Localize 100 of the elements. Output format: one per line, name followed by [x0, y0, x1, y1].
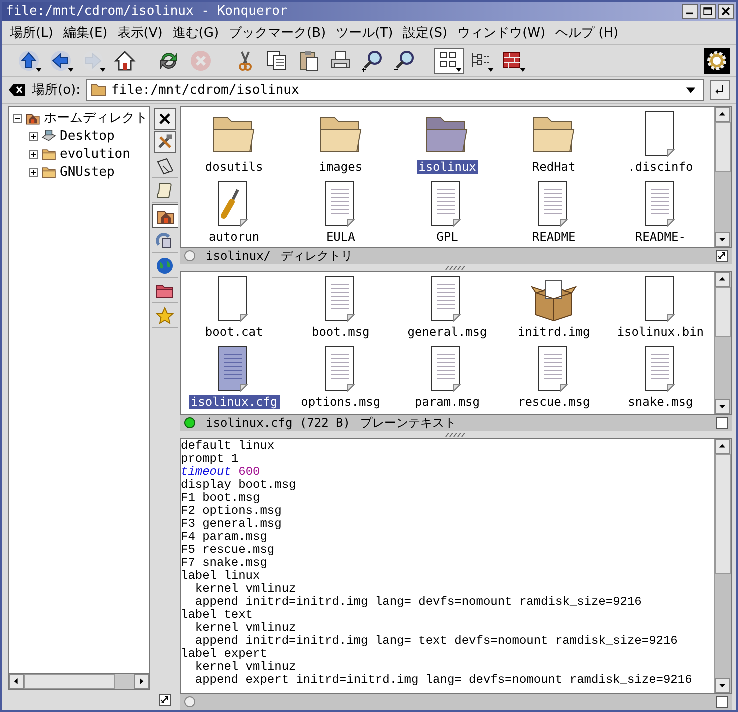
file-name[interactable]: README [530, 230, 578, 244]
sidebar-tab[interactable] [152, 204, 178, 228]
scroll-left-button[interactable] [9, 674, 24, 689]
menu-item[interactable]: ブックマーク(B) [229, 24, 326, 42]
link-checkbox[interactable] [716, 696, 728, 708]
code-line: F2 options.msg [181, 505, 282, 518]
scrollbar-thumb[interactable] [24, 674, 115, 689]
file-name[interactable]: isolinux.bin [615, 325, 706, 339]
file-type: ディレクトリ [281, 248, 354, 264]
splitter-grip[interactable] [445, 432, 467, 436]
scrollbar-thumb[interactable] [715, 287, 731, 337]
close-sidebar-button[interactable] [154, 108, 176, 130]
file-name[interactable]: EULA [324, 230, 358, 244]
scrollbar[interactable] [714, 272, 731, 414]
tools-button[interactable] [154, 131, 176, 153]
code-line: F7 snake.msg [181, 557, 268, 570]
file-name[interactable]: RedHat [530, 160, 578, 174]
file-name[interactable]: rescue.msg [516, 395, 592, 409]
desktop-icon [40, 128, 58, 144]
splitter-grip[interactable] [445, 266, 467, 270]
tree-item[interactable]: Desktop [60, 128, 115, 144]
scrollbar[interactable] [714, 439, 731, 693]
dropdown-arrow-icon[interactable] [68, 68, 74, 72]
close-button[interactable] [718, 4, 734, 19]
globe-icon [155, 256, 175, 276]
scroll-right-button[interactable] [134, 674, 149, 689]
code-line: default linux [181, 440, 275, 453]
location-label: 場所(o): [32, 82, 80, 99]
file-name[interactable]: autorun [207, 230, 262, 244]
scroll-icon [155, 180, 175, 200]
code-line: label text [181, 609, 254, 622]
scrollbar-thumb[interactable] [715, 122, 731, 172]
tree-item[interactable]: evolution [60, 146, 130, 162]
tree-item[interactable]: ホームディレクト [44, 109, 148, 127]
maximize-button[interactable] [700, 4, 716, 19]
code-line: label expert [181, 648, 268, 661]
file-name[interactable]: .discinfo [626, 160, 696, 174]
dropdown-arrow-icon[interactable] [456, 68, 462, 72]
menu-item[interactable]: ウィンドウ(W) [458, 24, 546, 42]
scrollbar-thumb[interactable] [715, 454, 731, 574]
menu-item[interactable]: 場所(L) [10, 24, 54, 42]
dropdown-arrow-icon[interactable] [36, 68, 42, 72]
scroll-up-button[interactable] [715, 439, 730, 454]
file-name[interactable]: dosutils [203, 160, 266, 174]
file-name[interactable]: param.msg [412, 395, 482, 409]
menu-item[interactable]: ツール(T) [336, 24, 394, 42]
file-name[interactable]: general.msg [406, 325, 490, 339]
tree-item[interactable]: GNUstep [60, 164, 115, 180]
scroll-up-button[interactable] [715, 107, 730, 122]
dropdown-arrow-icon[interactable] [520, 68, 526, 72]
file-name[interactable]: options.msg [299, 395, 383, 409]
scrollbar[interactable] [8, 674, 150, 690]
scroll-down-button[interactable] [715, 678, 730, 693]
minimize-button[interactable] [682, 4, 698, 19]
location-field[interactable]: file:/mnt/cdrom/isolinux [86, 79, 704, 101]
folder-icon [91, 83, 108, 97]
file-name[interactable]: snake.msg [626, 395, 696, 409]
star-icon [155, 306, 175, 326]
dropdown-arrow-icon[interactable] [488, 68, 494, 72]
code-line: F1 boot.msg [181, 492, 260, 505]
link-checkbox[interactable] [716, 417, 728, 429]
stop-icon [189, 48, 213, 72]
link-checkbox[interactable] [159, 694, 171, 706]
file-name[interactable]: initrd.img [516, 325, 592, 339]
copy-icon [265, 48, 289, 72]
menu-item[interactable]: 進む(G) [172, 24, 220, 42]
scroll-down-button[interactable] [715, 399, 730, 414]
code-line: append expert initrd=initrd.img lang= devfs=nomount ramdisk_size=9216 [194, 674, 692, 687]
scroll-up-button[interactable] [715, 272, 730, 287]
menu-item[interactable]: 編集(E) [63, 24, 108, 42]
menu-item[interactable]: ヘルプ (H) [556, 24, 619, 42]
code-line: display boot.msg [181, 479, 296, 492]
file-name[interactable]: GPL [434, 230, 460, 244]
clear-location-icon[interactable] [8, 83, 26, 97]
code-line: append initrd=initrd.img lang= devfs=nomount ramdisk_size=9216 [194, 596, 642, 609]
file-name[interactable]: boot.msg [310, 325, 372, 339]
expand-icon[interactable] [29, 150, 38, 158]
expand-icon[interactable] [29, 132, 38, 140]
collapse-icon[interactable] [13, 114, 22, 122]
code-line: label linux [181, 570, 260, 583]
link-checkbox[interactable] [716, 250, 728, 262]
file-name[interactable]: isolinux.cfg [188, 395, 280, 409]
expand-icon[interactable] [29, 168, 38, 176]
gear-icon [704, 48, 730, 74]
file-name[interactable]: boot.cat [203, 325, 266, 339]
code-line: kernel vmlinuz [194, 661, 296, 674]
code-line: prompt 1 [181, 453, 239, 466]
code-line: kernel vmlinuz [194, 583, 296, 596]
scroll-down-button[interactable] [715, 232, 730, 247]
zoom-out-icon [393, 48, 417, 72]
file-name[interactable]: images [317, 160, 365, 174]
code-line: F5 rescue.msg [181, 544, 275, 557]
code-line: F4 param.msg [181, 531, 268, 544]
file-name[interactable]: isolinux [416, 160, 478, 174]
icon-view-button[interactable] [434, 48, 464, 74]
menu-item[interactable]: 表示(V) [118, 24, 163, 42]
scrollbar[interactable] [714, 107, 731, 247]
go-button[interactable] [710, 80, 730, 100]
menu-item[interactable]: 設定(S) [403, 24, 448, 42]
file-name[interactable]: README- [633, 230, 688, 244]
